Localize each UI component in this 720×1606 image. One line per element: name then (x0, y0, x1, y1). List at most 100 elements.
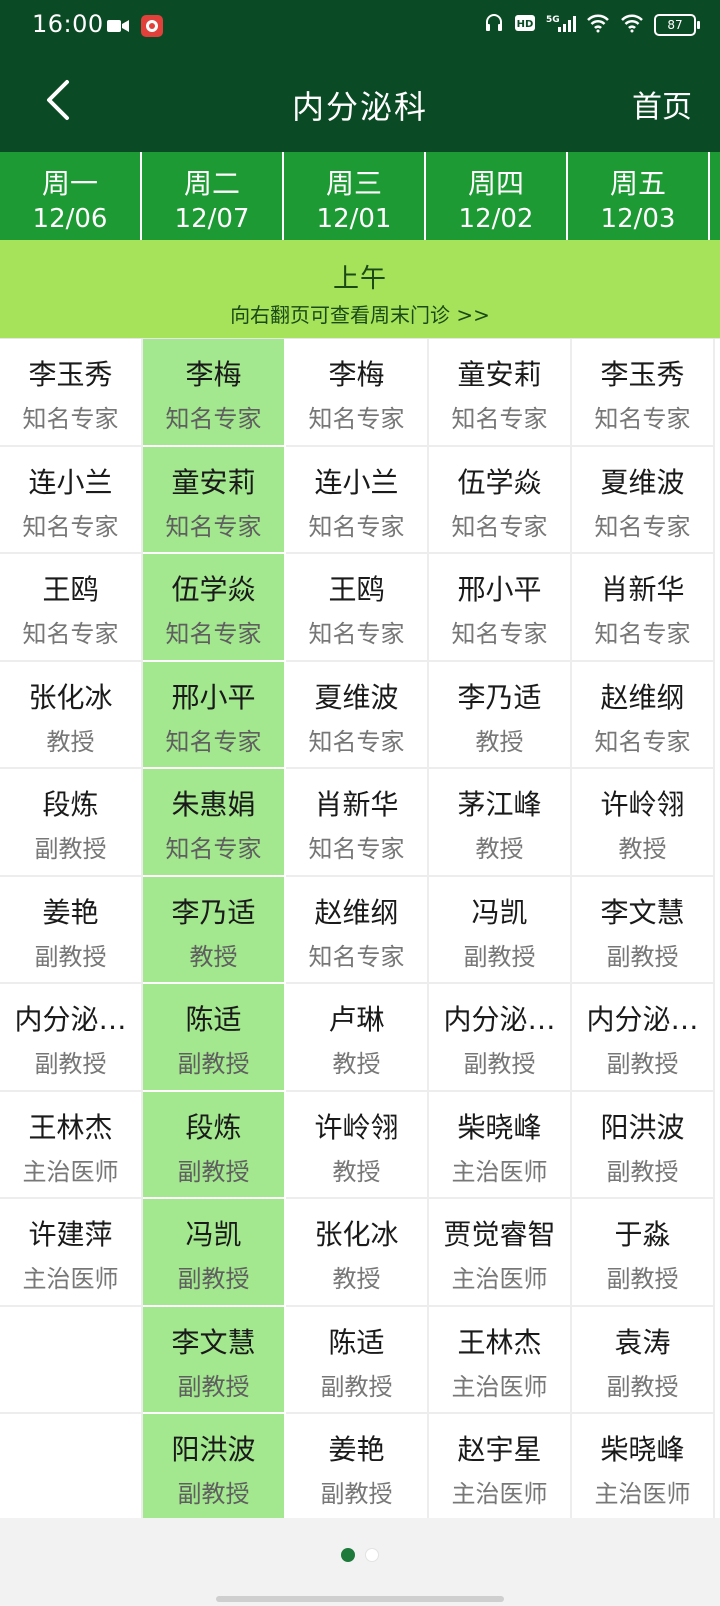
doctor-cell[interactable]: 李乃适 教授 (429, 662, 570, 769)
status-time: 16:00 (32, 10, 104, 38)
tab-day-mon[interactable]: 周一 12/06 (0, 152, 142, 240)
doctor-cell[interactable]: 姜艳 副教授 (0, 877, 141, 984)
doctor-cell[interactable]: 连小兰 知名专家 (286, 447, 427, 554)
doctor-cell[interactable]: 夏维波 知名专家 (286, 662, 427, 769)
doctor-title: 副教授 (606, 942, 679, 971)
doctor-cell[interactable]: 段炼 副教授 (0, 769, 141, 877)
doctor-cell[interactable]: 段炼 副教授 (143, 1092, 284, 1199)
doctor-cell[interactable]: 王鸥 知名专家 (286, 554, 427, 662)
doctor-name: 姜艳 (328, 1433, 385, 1466)
doctor-cell[interactable]: 许岭翎 教授 (572, 769, 713, 877)
doctor-cell[interactable]: 李梅 知名专家 (286, 339, 427, 447)
doctor-cell[interactable]: 王林杰 主治医师 (0, 1092, 141, 1199)
wifi-icon (620, 13, 644, 37)
doctor-cell[interactable]: 冯凯 副教授 (429, 877, 570, 984)
home-link[interactable]: 首页 (632, 82, 692, 126)
doctor-name: 袁涛 (614, 1325, 671, 1359)
doctor-cell[interactable]: 内分泌… 副教授 (572, 984, 713, 1092)
day-date: 12/02 (458, 204, 534, 234)
doctor-cell[interactable]: 伍学焱 知名专家 (429, 447, 570, 554)
doctor-title: 知名专家 (308, 835, 405, 863)
page-dot[interactable] (365, 1548, 379, 1562)
doctor-name: 张化冰 (314, 1218, 399, 1251)
doctor-title: 主治医师 (451, 1372, 548, 1401)
doctor-title: 主治医师 (22, 1157, 119, 1186)
doctor-cell[interactable]: 肖新华 知名专家 (572, 554, 713, 662)
doctor-cell[interactable]: 王鸥 知名专家 (0, 554, 141, 662)
bottom-area (0, 1518, 720, 1606)
doctor-cell[interactable]: 李文慧 副教授 (143, 1307, 284, 1414)
doctor-title: 教授 (46, 727, 95, 756)
doctor-title: 教授 (475, 835, 524, 863)
doctor-title: 知名专家 (22, 512, 119, 541)
doctor-cell[interactable]: 赵维纲 知名专家 (286, 877, 427, 984)
doctor-cell[interactable]: 朱惠娟 知名专家 (143, 769, 284, 877)
doctor-cell[interactable]: 李玉秀 知名专家 (0, 339, 141, 447)
doctor-name: 朱惠娟 (171, 788, 256, 821)
doctor-cell[interactable]: 袁涛 副教授 (572, 1307, 713, 1414)
tab-day-wed[interactable]: 周三 12/01 (284, 152, 426, 240)
doctor-title: 知名专家 (165, 405, 262, 433)
doctor-cell[interactable]: 贾觉睿智 主治医师 (429, 1199, 570, 1307)
doctor-cell[interactable]: 王林杰 主治医师 (429, 1307, 570, 1414)
doctor-cell[interactable]: 赵维纲 知名专家 (572, 662, 713, 769)
doctor-cell[interactable]: 李乃适 教授 (143, 877, 284, 984)
doctor-cell[interactable]: 柴晓峰 主治医师 (572, 1414, 713, 1522)
tab-day-thu[interactable]: 周四 12/02 (426, 152, 568, 240)
doctor-cell[interactable]: 于淼 副教授 (572, 1199, 713, 1307)
doctor-name: 李梅 (185, 358, 242, 391)
doctor-name: 王林杰 (28, 1110, 113, 1144)
doctor-cell[interactable]: 阳洪波 副教授 (143, 1414, 284, 1522)
doctor-cell[interactable]: 夏维波 知名专家 (572, 447, 713, 554)
doctor-title: 主治医师 (451, 1480, 548, 1508)
doctor-title: 副教授 (463, 1050, 536, 1078)
doctor-cell[interactable]: 邢小平 知名专家 (429, 554, 570, 662)
doctor-cell[interactable]: 陈适 副教授 (286, 1307, 427, 1414)
doctor-cell[interactable]: 李文慧 副教授 (572, 877, 713, 984)
doctor-name: 夏维波 (600, 465, 685, 499)
doctor-cell[interactable]: 陈适 副教授 (143, 984, 284, 1092)
doctor-cell[interactable]: 童安莉 知名专家 (429, 339, 570, 447)
doctor-cell[interactable]: 阳洪波 副教授 (572, 1092, 713, 1199)
tab-day-tue[interactable]: 周二 12/07 (142, 152, 284, 240)
doctor-cell[interactable]: 张化冰 教授 (286, 1199, 427, 1307)
home-indicator[interactable] (216, 1596, 504, 1602)
doctor-cell[interactable]: 姜艳 副教授 (286, 1414, 427, 1522)
page-indicator (0, 1548, 720, 1562)
doctor-cell[interactable]: 柴晓峰 主治医师 (429, 1092, 570, 1199)
doctor-title: 知名专家 (594, 512, 691, 541)
doctor-cell[interactable]: 李玉秀 知名专家 (572, 339, 713, 447)
doctor-cell[interactable]: 茅江峰 教授 (429, 769, 570, 877)
weekend-hint[interactable]: 向右翻页可查看周末门诊 >> (0, 299, 720, 328)
doctor-title: 知名专家 (165, 727, 262, 756)
doctor-title: 副教授 (177, 1157, 250, 1186)
tab-day-fri[interactable]: 周五 12/03 (568, 152, 710, 240)
doctor-cell[interactable]: 内分泌… 副教授 (429, 984, 570, 1092)
status-left-icons (106, 14, 164, 42)
doctor-cell[interactable]: 内分泌… 副教授 (0, 984, 141, 1092)
day-name: 周二 (183, 167, 240, 200)
doctor-cell[interactable]: 连小兰 知名专家 (0, 447, 141, 554)
doctor-cell[interactable]: 许建萍 主治医师 (0, 1199, 141, 1307)
doctor-name: 张化冰 (28, 680, 113, 714)
doctor-title: 副教授 (606, 1265, 679, 1293)
doctor-cell[interactable]: 张化冰 教授 (0, 662, 141, 769)
doctor-cell[interactable]: 童安莉 知名专家 (143, 447, 284, 554)
doctor-title: 教授 (618, 835, 667, 863)
doctor-title: 副教授 (177, 1265, 250, 1293)
doctor-cell[interactable]: 伍学焱 知名专家 (143, 554, 284, 662)
doctor-name: 冯凯 (185, 1218, 242, 1251)
doctor-cell[interactable]: 肖新华 知名专家 (286, 769, 427, 877)
page-dot-active[interactable] (341, 1548, 355, 1562)
doctor-title: 知名专家 (308, 942, 405, 971)
doctor-cell[interactable]: 赵宇星 主治医师 (429, 1414, 570, 1522)
doctor-cell[interactable]: 许岭翎 教授 (286, 1092, 427, 1199)
doctor-name: 姜艳 (42, 895, 99, 929)
doctor-name: 邢小平 (171, 680, 256, 714)
doctor-cell[interactable]: 冯凯 副教授 (143, 1199, 284, 1307)
doctor-cell[interactable]: 李梅 知名专家 (143, 339, 284, 447)
doctor-cell[interactable]: 邢小平 知名专家 (143, 662, 284, 769)
doctor-cell[interactable]: 卢琳 教授 (286, 984, 427, 1092)
doctor-title: 教授 (475, 727, 524, 756)
schedule-column-mon: 李玉秀 知名专家 连小兰 知名专家 王鸥 知名专家张化冰教授段炼 副教授 姜艳 副教授 内分泌… 副… (0, 339, 143, 1522)
